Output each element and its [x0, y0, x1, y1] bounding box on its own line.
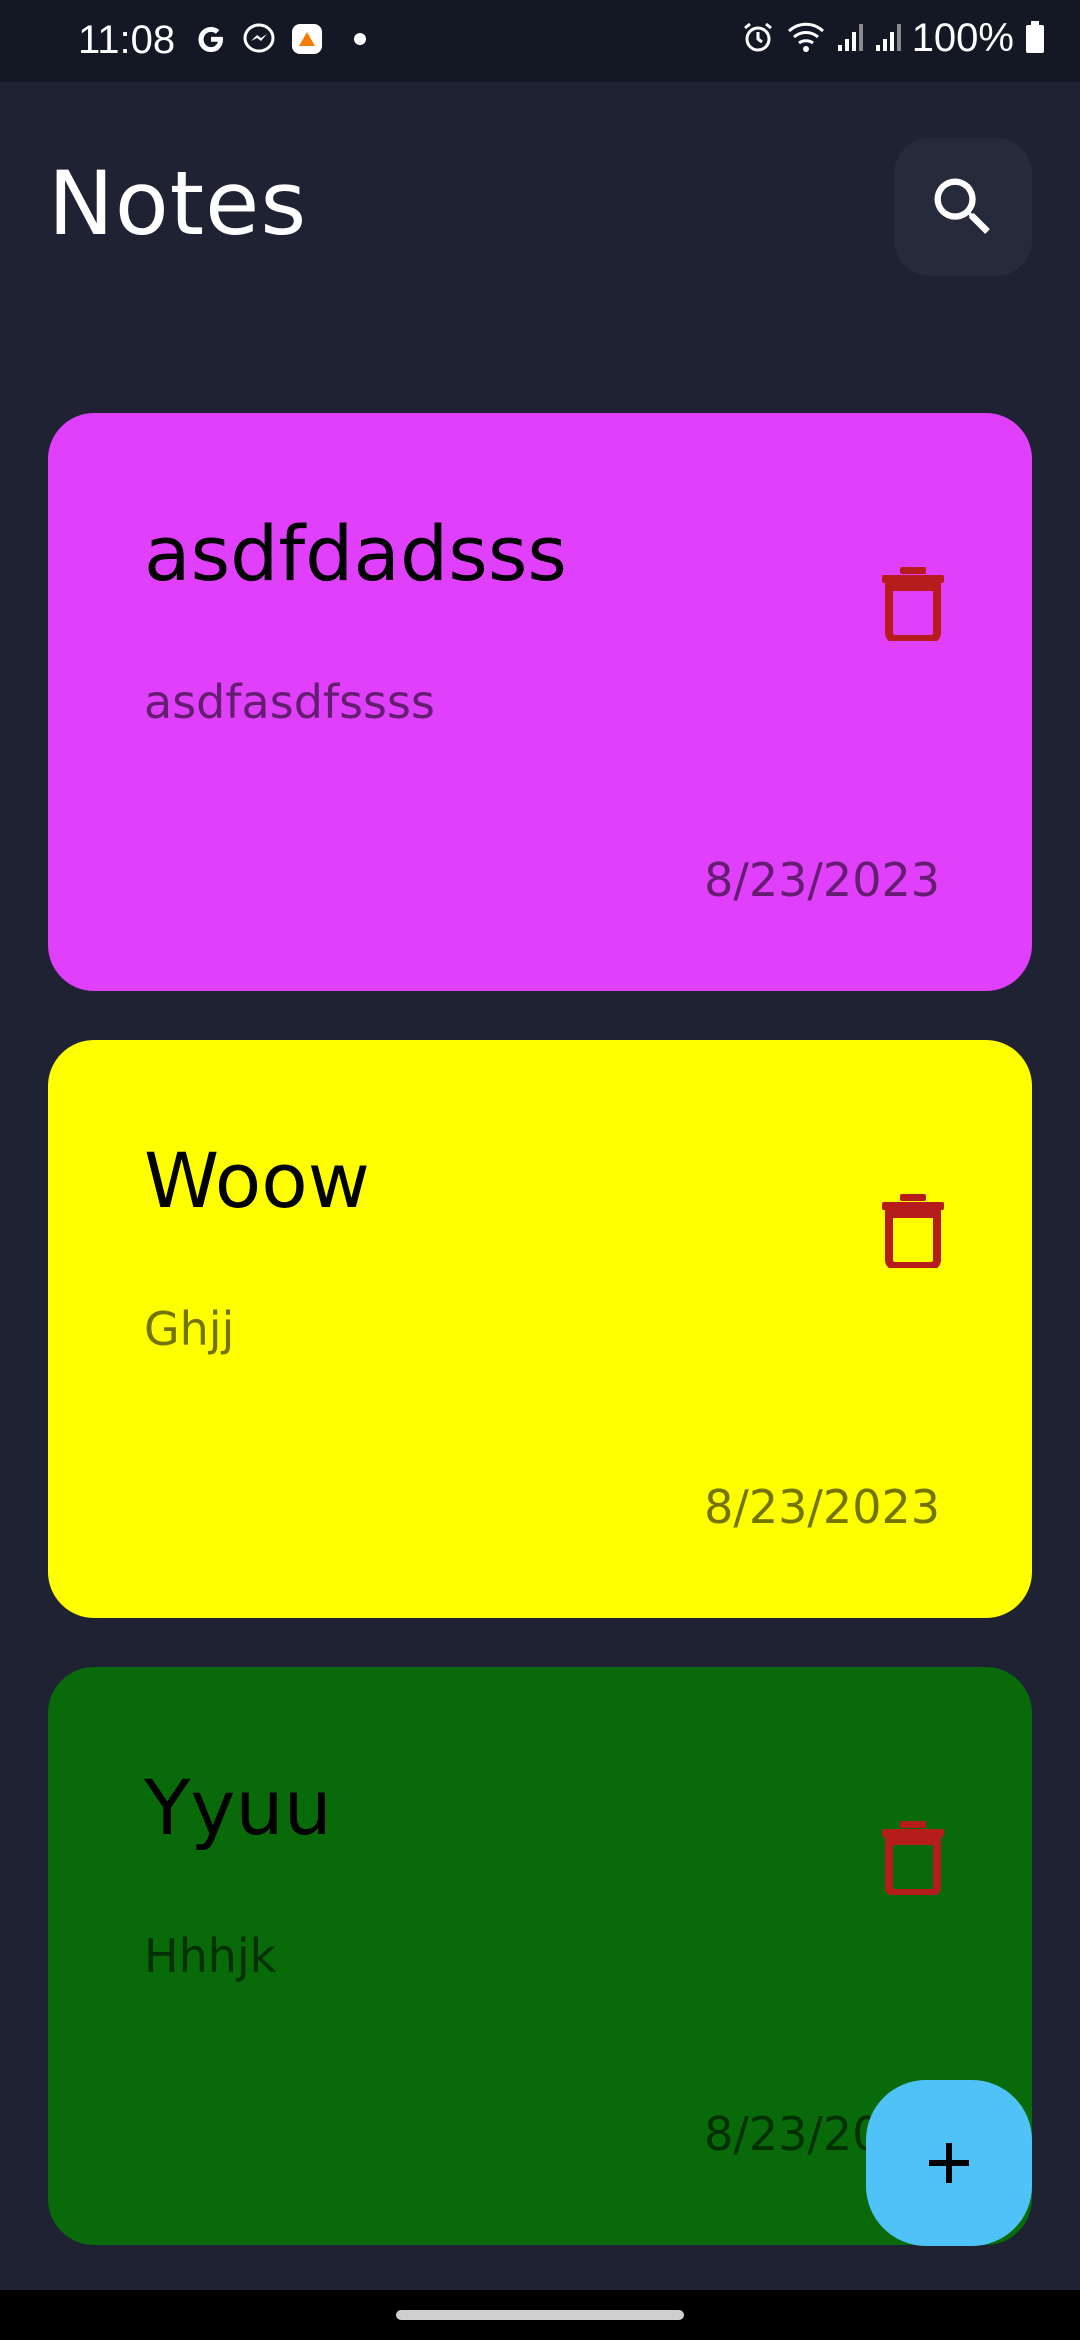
page-title: Notes — [48, 152, 308, 255]
status-time: 11:08 — [78, 18, 176, 62]
note-body: Hhhjk — [144, 1929, 277, 1983]
app-notification-icon — [288, 20, 326, 58]
note-body: Ghjj — [144, 1302, 235, 1356]
signal-icon — [874, 19, 902, 59]
search-button[interactable] — [894, 138, 1032, 276]
trash-icon — [882, 1194, 944, 1270]
note-date: 8/23/2023 — [704, 1480, 940, 1534]
navigation-bar — [0, 2290, 1080, 2340]
trash-icon — [882, 567, 944, 643]
signal-icon — [836, 19, 864, 59]
system-icons: 100% — [740, 16, 1046, 61]
google-icon — [192, 20, 230, 58]
note-card[interactable]: asdfdadsss asdfasdfssss 8/23/2023 — [48, 413, 1032, 991]
battery-icon — [1024, 19, 1046, 59]
note-date: 8/23/2023 — [704, 853, 940, 907]
notes-screen: Notes asdfdadsss asdfasdfssss 8/23/2023 … — [0, 82, 1080, 2290]
status-bar: 11:08 100% — [0, 0, 1080, 82]
delete-button[interactable] — [880, 565, 946, 643]
wifi-icon — [786, 19, 826, 59]
search-icon — [934, 178, 990, 234]
delete-button[interactable] — [880, 1819, 946, 1897]
home-gesture-handle[interactable] — [396, 2310, 684, 2320]
add-note-button[interactable] — [866, 2080, 1032, 2246]
messenger-icon — [240, 20, 278, 58]
alarm-icon — [740, 19, 776, 59]
battery-percentage: 100% — [911, 16, 1014, 60]
plus-icon — [929, 2143, 969, 2183]
note-title: asdfdadsss — [144, 509, 568, 598]
note-title: Woow — [144, 1136, 370, 1225]
more-notifications-dot — [354, 33, 366, 45]
notification-icons — [192, 20, 366, 58]
note-card[interactable]: Woow Ghjj 8/23/2023 — [48, 1040, 1032, 1618]
delete-button[interactable] — [880, 1192, 946, 1270]
note-body: asdfasdfssss — [144, 675, 435, 729]
trash-icon — [882, 1821, 944, 1897]
note-title: Yyuu — [144, 1763, 332, 1852]
